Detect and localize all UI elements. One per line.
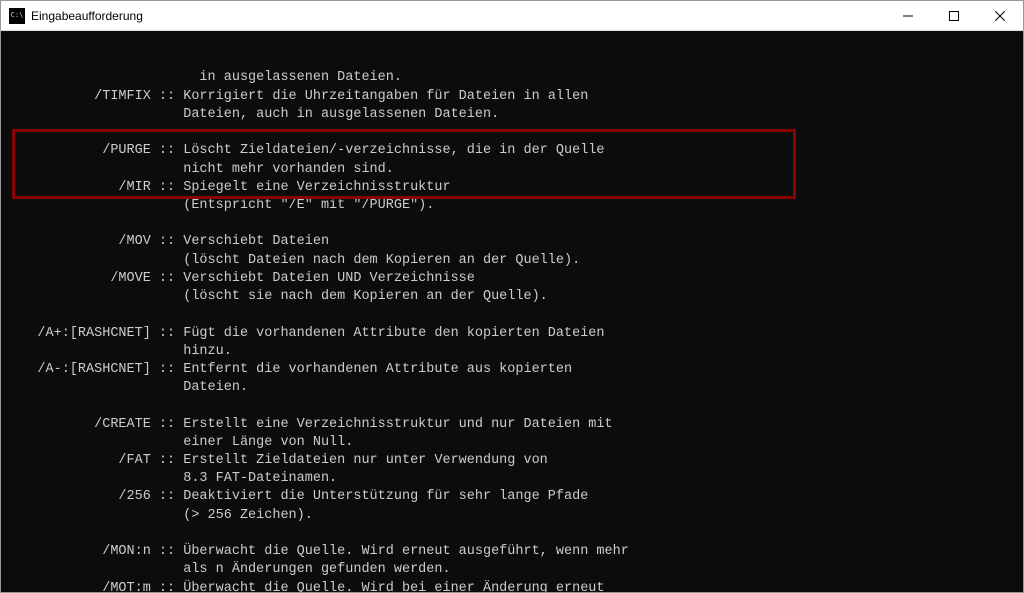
close-button[interactable]	[977, 1, 1023, 30]
terminal-line: /MOV :: Verschiebt Dateien	[5, 233, 1019, 251]
titlebar[interactable]: Eingabeaufforderung	[1, 1, 1023, 31]
window-title: Eingabeaufforderung	[31, 9, 885, 23]
terminal-line	[5, 215, 1019, 233]
terminal-line: 8.3 FAT-Dateinamen.	[5, 470, 1019, 488]
terminal-line: /MIR :: Spiegelt eine Verzeichnisstruktu…	[5, 179, 1019, 197]
terminal-line: in ausgelassenen Dateien.	[5, 69, 1019, 87]
command-prompt-window: Eingabeaufforderung in ausgelassenen Dat…	[0, 0, 1024, 593]
terminal-line: /MON:n :: Überwacht die Quelle. Wird ern…	[5, 543, 1019, 561]
terminal-line: (löscht sie nach dem Kopieren an der Que…	[5, 288, 1019, 306]
terminal-line: nicht mehr vorhanden sind.	[5, 161, 1019, 179]
terminal-line: (Entspricht "/E" mit "/PURGE").	[5, 197, 1019, 215]
terminal-line	[5, 306, 1019, 324]
terminal-line: hinzu.	[5, 343, 1019, 361]
terminal-line: einer Länge von Null.	[5, 434, 1019, 452]
terminal-line	[5, 124, 1019, 142]
terminal-line	[5, 397, 1019, 415]
terminal-line: (> 256 Zeichen).	[5, 507, 1019, 525]
window-controls	[885, 1, 1023, 30]
terminal-line: /PURGE :: Löscht Zieldateien/-verzeichni…	[5, 142, 1019, 160]
terminal-line: /256 :: Deaktiviert die Unterstützung fü…	[5, 488, 1019, 506]
terminal-line: als n Änderungen gefunden werden.	[5, 561, 1019, 579]
terminal-line: /TIMFIX :: Korrigiert die Uhrzeitangaben…	[5, 88, 1019, 106]
minimize-button[interactable]	[885, 1, 931, 30]
terminal-line: (löscht Dateien nach dem Kopieren an der…	[5, 252, 1019, 270]
terminal-line: /A+:[RASHCNET] :: Fügt die vorhandenen A…	[5, 325, 1019, 343]
terminal-line: Dateien.	[5, 379, 1019, 397]
terminal-line: /MOT:m :: Überwacht die Quelle. Wird bei…	[5, 580, 1019, 592]
terminal-line: /FAT :: Erstellt Zieldateien nur unter V…	[5, 452, 1019, 470]
terminal-output[interactable]: in ausgelassenen Dateien. /TIMFIX :: Kor…	[1, 31, 1023, 592]
terminal-line: Dateien, auch in ausgelassenen Dateien.	[5, 106, 1019, 124]
maximize-button[interactable]	[931, 1, 977, 30]
terminal-line: /MOVE :: Verschiebt Dateien UND Verzeich…	[5, 270, 1019, 288]
app-icon	[9, 8, 25, 24]
terminal-line: /CREATE :: Erstellt eine Verzeichnisstru…	[5, 416, 1019, 434]
terminal-line: /A-:[RASHCNET] :: Entfernt die vorhanden…	[5, 361, 1019, 379]
terminal-line	[5, 525, 1019, 543]
